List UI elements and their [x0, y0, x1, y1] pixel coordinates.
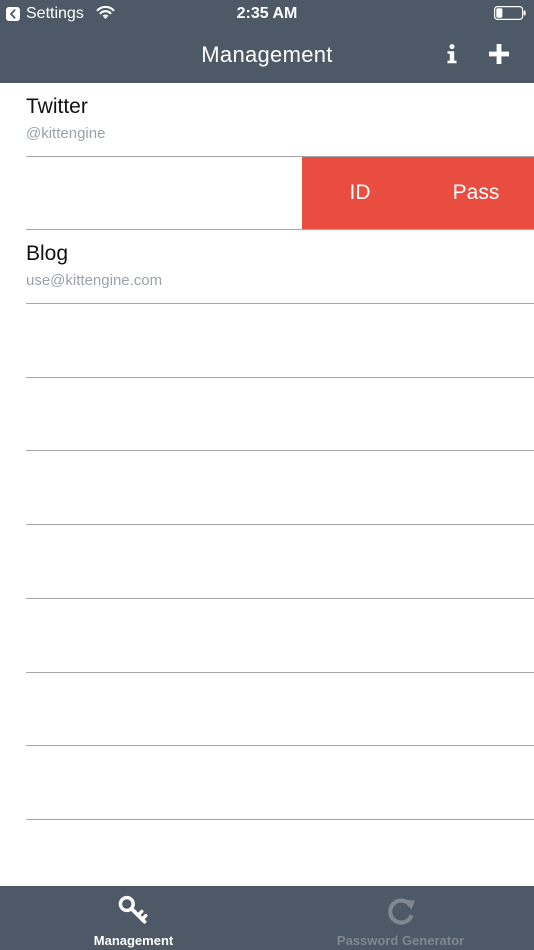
navigation-bar: Management: [0, 28, 534, 83]
account-row[interactable]: [0, 378, 534, 452]
copy-pass-button[interactable]: Pass: [418, 157, 534, 230]
account-subtitle: @kittengine: [26, 125, 106, 142]
account-row[interactable]: [0, 304, 534, 378]
account-title: Blog: [26, 242, 69, 266]
refresh-icon: [387, 898, 415, 925]
account-subtitle: use@kittengine.com: [26, 272, 163, 290]
plus-icon: [489, 44, 509, 64]
tab-bar: Management Password Generator: [0, 886, 534, 950]
back-to-settings-link[interactable]: Settings: [26, 5, 84, 23]
account-row[interactable]: [0, 525, 534, 599]
account-row[interactable]: Blog use@kittengine.com: [0, 230, 534, 305]
account-row-swiped[interactable]: ID Pass: [0, 156, 534, 231]
tab-management-label: Management: [93, 933, 174, 948]
account-title: Twitter: [26, 95, 88, 118]
status-bar: Settings 2:35 AM: [0, 0, 534, 28]
account-row[interactable]: Twitter @kittengine: [0, 83, 534, 157]
battery-icon: [494, 6, 526, 20]
account-row[interactable]: [0, 746, 534, 820]
info-icon: [447, 44, 457, 64]
key-icon: [118, 895, 147, 924]
swipe-actions: ID Pass: [302, 156, 534, 230]
add-account-button[interactable]: [484, 39, 514, 69]
account-list: Twitter @kittengine ID Pass Blog use@kittengi…: [0, 83, 534, 886]
copy-id-button[interactable]: ID: [302, 157, 418, 230]
row-separator: [26, 818, 534, 820]
tab-password-generator[interactable]: Password Generator: [267, 886, 534, 950]
wifi-icon: [96, 5, 115, 19]
tab-password-generator-label: Password Generator: [336, 933, 465, 948]
top-bar: Settings 2:35 AM Management: [0, 0, 534, 83]
back-chevron-icon[interactable]: [6, 7, 20, 21]
tab-management[interactable]: Management: [0, 886, 267, 950]
account-row[interactable]: [0, 673, 534, 747]
info-button[interactable]: [438, 39, 466, 69]
account-row[interactable]: [0, 451, 534, 526]
account-row[interactable]: [0, 599, 534, 673]
